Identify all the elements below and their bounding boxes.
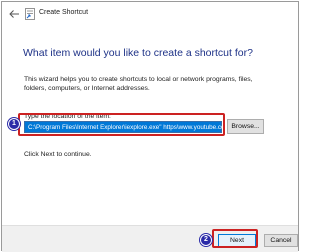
back-arrow-icon[interactable]	[8, 8, 20, 20]
continue-hint: Click Next to continue.	[24, 151, 92, 158]
wizard-description: This wizard helps you to create shortcut…	[24, 76, 253, 92]
step-badge-1: 1	[8, 118, 20, 130]
window-title: Create Shortcut	[39, 9, 89, 16]
highlight-box-location	[18, 113, 225, 136]
page-heading: What item would you like to create a sho…	[23, 47, 253, 59]
title-bar: Create Shortcut	[2, 2, 298, 26]
step-badge-2: 2	[200, 234, 212, 246]
create-shortcut-icon	[25, 8, 35, 20]
highlight-box-next	[212, 229, 258, 248]
browse-button[interactable]: Browse...	[227, 119, 264, 134]
cancel-button[interactable]: Cancel	[264, 234, 298, 247]
